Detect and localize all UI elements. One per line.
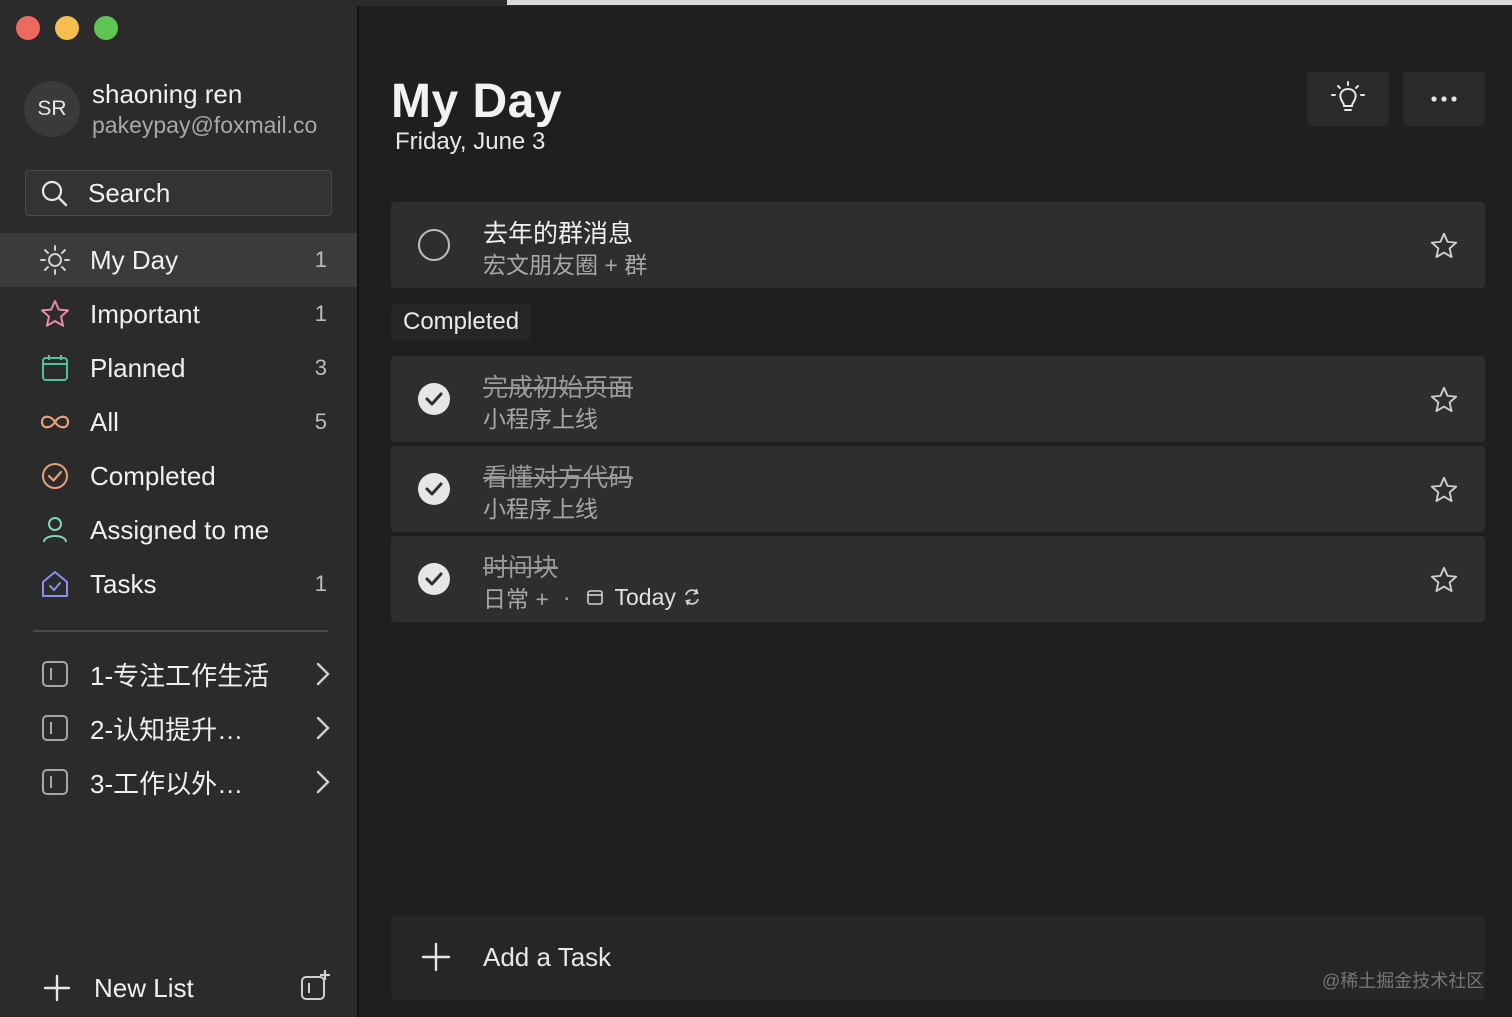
list-groups: 1-专注工作生活 2-认知提升… 3-工作以外…: [0, 647, 357, 809]
task-list-name: 小程序上线: [483, 496, 598, 522]
chevron-right-icon[interactable]: [315, 769, 331, 802]
avatar[interactable]: SR: [24, 81, 80, 137]
smart-lists-nav: My Day 1 Important 1 Planned 3 All 5 Com…: [0, 233, 357, 611]
nav-item-label: Planned: [90, 352, 186, 383]
nav-item-count: 5: [314, 409, 327, 434]
importance-star-icon[interactable]: [1429, 385, 1459, 420]
infinity-icon: [38, 407, 72, 437]
chevron-right-icon[interactable]: [315, 715, 331, 748]
list-group-item[interactable]: 3-工作以外…: [0, 755, 357, 809]
task-title: 完成初始页面: [483, 374, 634, 402]
due-date: Today: [614, 583, 676, 610]
task-list-name: 日常 +: [483, 586, 549, 612]
group-icon: [38, 713, 72, 743]
task-list-name: 宏文朋友圈 + 群: [483, 252, 648, 278]
task-list-name: 小程序上线: [483, 406, 598, 432]
nav-item-label: All: [90, 406, 119, 437]
chevron-right-icon[interactable]: [315, 661, 331, 694]
calendar-icon: [586, 590, 603, 605]
nav-item-count: 1: [314, 571, 327, 596]
complete-task-checkbox[interactable]: [417, 228, 451, 267]
window-controls: [16, 16, 118, 40]
list-group-label: 3-工作以外…: [90, 768, 244, 799]
plus-icon: [421, 942, 451, 977]
profile-email: pakeypay@foxmail.co: [92, 112, 318, 138]
star-icon: [38, 299, 72, 329]
completed-section-toggle[interactable]: Completed: [391, 304, 532, 340]
importance-star-icon[interactable]: [1429, 565, 1459, 600]
top-strip-highlight: [507, 0, 1512, 5]
nav-item-assigned-to-me[interactable]: Assigned to me: [0, 503, 357, 557]
nav-item-label: Tasks: [90, 568, 157, 599]
task-meta: 日常 + · Today: [483, 580, 702, 614]
check-circle-icon: [38, 461, 72, 491]
nav-item-count: 1: [314, 247, 327, 272]
completed-task-item[interactable]: 看懂对方代码 小程序上线: [391, 446, 1485, 532]
repeat-icon: [684, 588, 699, 606]
nav-item-label: Important: [90, 298, 200, 329]
task-title: 去年的群消息: [483, 220, 634, 248]
more-options-button[interactable]: [1403, 72, 1485, 126]
page-title: My Day: [391, 75, 563, 128]
minimize-window-button[interactable]: [55, 16, 79, 40]
task-item[interactable]: 去年的群消息 宏文朋友圈 + 群: [391, 202, 1485, 288]
new-list-button[interactable]: New List: [94, 973, 194, 1004]
check-circle-icon[interactable]: [417, 382, 451, 421]
nav-item-count: 1: [314, 301, 327, 326]
nav-item-label: Completed: [90, 460, 216, 491]
zoom-window-button[interactable]: [94, 16, 118, 40]
nav-item-label: My Day: [90, 244, 179, 275]
group-icon: [38, 659, 72, 689]
list-group-label: 1-专注工作生活: [90, 660, 270, 691]
sidebar: SR shaoning ren pakeypay@foxmail.co Sear…: [0, 6, 359, 1017]
importance-star-icon[interactable]: [1429, 231, 1459, 266]
search-icon: [41, 180, 68, 207]
nav-item-important[interactable]: Important 1: [0, 287, 357, 341]
person-icon: [38, 515, 72, 545]
nav-item-my-day[interactable]: My Day 1: [0, 233, 357, 287]
task-title: 时间块: [483, 554, 559, 582]
nav-item-all[interactable]: All 5: [0, 395, 357, 449]
add-task-placeholder: Add a Task: [483, 942, 612, 972]
app-window: SR shaoning ren pakeypay@foxmail.co Sear…: [0, 0, 1512, 1017]
nav-item-label: Assigned to me: [90, 514, 270, 545]
account-profile[interactable]: SR shaoning ren pakeypay@foxmail.co: [24, 78, 337, 140]
main-pane: My Day Friday, June 3 去年的群消息 宏文朋友圈 + 群 C…: [359, 6, 1512, 1017]
sun-icon: [38, 245, 72, 275]
list-group-item[interactable]: 2-认知提升…: [0, 701, 357, 755]
group-icon: [38, 767, 72, 797]
close-window-button[interactable]: [16, 16, 40, 40]
new-group-icon[interactable]: [298, 969, 332, 1008]
calendar-icon: [38, 353, 72, 383]
importance-star-icon[interactable]: [1429, 475, 1459, 510]
add-task-input[interactable]: Add a Task: [391, 916, 1485, 1000]
check-circle-icon[interactable]: [417, 562, 451, 601]
nav-item-completed[interactable]: Completed: [0, 449, 357, 503]
home-icon: [38, 569, 72, 599]
lightbulb-icon: [1331, 81, 1365, 111]
nav-item-planned[interactable]: Planned 3: [0, 341, 357, 395]
sidebar-divider: [33, 630, 328, 632]
list-group-item[interactable]: 1-专注工作生活: [0, 647, 357, 701]
watermark: @稀土掘金技术社区: [1322, 971, 1485, 991]
new-list-bar: New List: [0, 961, 357, 1017]
check-circle-icon[interactable]: [417, 472, 451, 511]
more-icon: [1431, 96, 1457, 102]
profile-name: shaoning ren: [92, 79, 243, 109]
suggestions-button[interactable]: [1307, 72, 1389, 126]
plus-icon[interactable]: [42, 973, 72, 1008]
search-label: Search: [88, 177, 171, 208]
list-group-label: 2-认知提升…: [90, 714, 244, 745]
task-title: 看懂对方代码: [483, 464, 634, 492]
search-input[interactable]: Search: [25, 170, 332, 216]
page-date: Friday, June 3: [395, 128, 546, 155]
completed-task-item[interactable]: 完成初始页面 小程序上线: [391, 356, 1485, 442]
nav-item-tasks[interactable]: Tasks 1: [0, 557, 357, 611]
meta-separator: ·: [562, 583, 571, 610]
nav-item-count: 3: [314, 355, 327, 380]
completed-task-item[interactable]: 时间块 日常 + · Today: [391, 536, 1485, 622]
